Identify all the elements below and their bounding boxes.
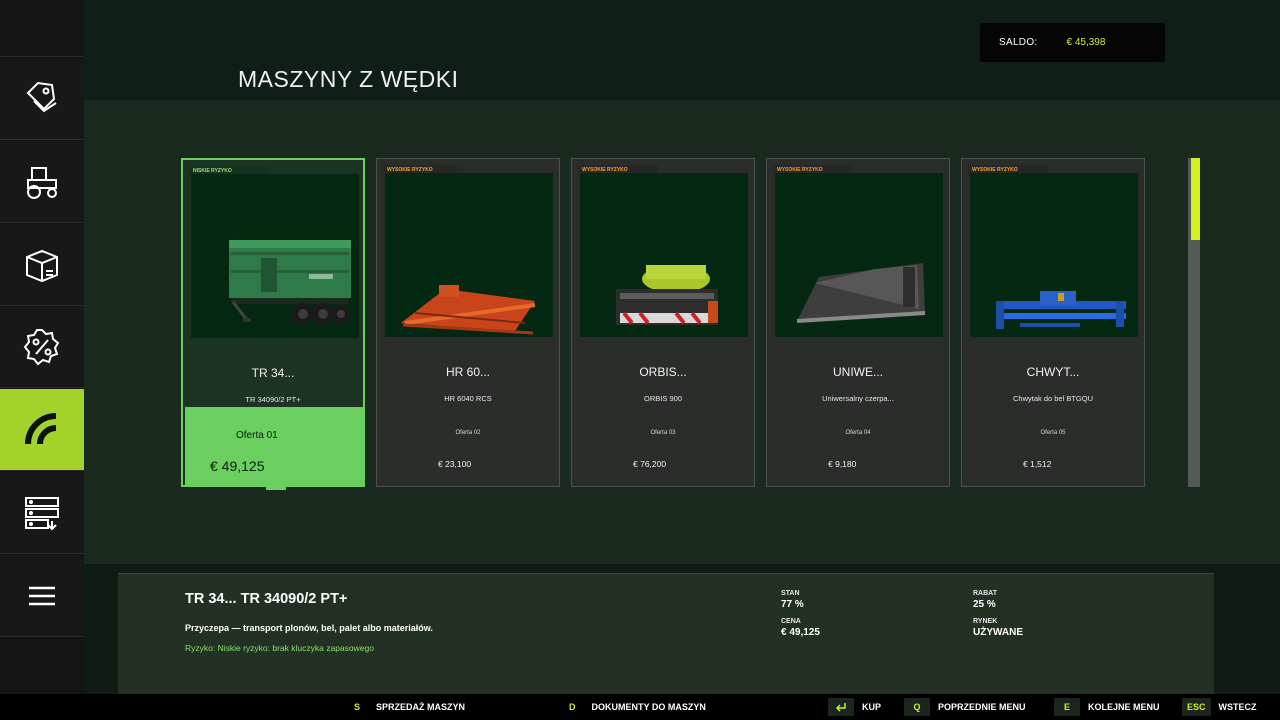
buy-label: KUP	[862, 702, 882, 712]
card-price: € 23,100	[438, 459, 472, 469]
sidebar-item-menu[interactable]	[0, 555, 84, 637]
stat-discount-label: RABAT	[973, 590, 997, 597]
card-offer: Oferta 05	[1040, 430, 1066, 436]
next-label: KOLEJNE MENU	[1088, 702, 1160, 712]
offer-card[interactable]: WYSOKIE RYZYKO HR 60... HR 6040 RCS Ofer…	[376, 158, 560, 487]
offer-card[interactable]: NISKIE RYZYKO TR 34... TR 34090/2 PT+ Of…	[181, 158, 365, 490]
card-name: ORBIS...	[639, 365, 687, 379]
server-transfer-icon	[25, 496, 59, 530]
balance-box: SALDO: € 45,398	[980, 23, 1165, 62]
stat-market-label: RYNEK	[973, 618, 998, 625]
sidebar-item-discounts[interactable]	[0, 306, 84, 388]
machine-image-trailer	[191, 174, 359, 338]
previous-menu-action[interactable]: Q POPRZEDNIE MENU	[904, 694, 1026, 720]
sell-label: SPRZEDAŻ MASZYN	[376, 702, 466, 712]
prev-key: Q	[904, 698, 930, 716]
tractor-icon	[27, 166, 57, 199]
back-label: WSTECZ	[1218, 702, 1257, 712]
card-subtitle: Chwytak do bel BTGQU	[1012, 394, 1094, 403]
bottom-bar: S SPRZEDAŻ MASZYN D DOKUMENTY DO MASZYN …	[0, 694, 1280, 720]
detail-title: TR 34... TR 34090/2 PT+	[185, 591, 348, 607]
balance-value: € 45,398	[1066, 37, 1106, 48]
sell-key: S	[354, 702, 361, 712]
card-name: UNIWE...	[833, 365, 883, 379]
card-offer: Oferta 01	[236, 430, 278, 441]
next-key: E	[1054, 698, 1080, 716]
price-tag-icon	[26, 81, 57, 112]
offer-card[interactable]: WYSOKIE RYZYKO ORBIS... ORBIS 900 Oferta…	[571, 158, 755, 487]
buy-action[interactable]: KUP	[828, 694, 881, 720]
next-menu-action[interactable]: E KOLEJNE MENU	[1054, 694, 1160, 720]
enter-key-icon	[828, 698, 854, 716]
stat-market-value: UŻYWANE	[973, 627, 1023, 638]
stat-condition-value: 77 %	[781, 599, 804, 610]
docs-key: D	[569, 702, 576, 712]
card-price: € 1,512	[1023, 459, 1052, 469]
card-name: HR 60...	[445, 365, 490, 379]
sidebar-header	[0, 0, 84, 57]
selection-notch	[266, 484, 286, 490]
stat-discount: RABAT 25 %	[973, 590, 997, 610]
balance-label: SALDO:	[999, 37, 1038, 48]
stat-condition-label: STAN	[781, 590, 800, 597]
selected-highlight	[185, 407, 365, 487]
card-offer: Oferta 02	[455, 430, 481, 436]
back-action[interactable]: ESC WSTECZ	[1182, 694, 1257, 720]
stat-market: RYNEK UŻYWANE	[973, 618, 1023, 638]
sidebar	[0, 0, 84, 694]
sidebar-item-transfer[interactable]	[0, 472, 84, 554]
machine-image-harrow	[385, 173, 553, 337]
sidebar-item-packages[interactable]	[0, 224, 84, 306]
card-name: CHWYT...	[1026, 365, 1080, 379]
box-icon	[26, 249, 58, 282]
machine-image-bale-grab	[970, 173, 1138, 337]
page-title: MASZYNY Z WĘDKI	[238, 66, 459, 92]
card-price: € 76,200	[633, 459, 667, 469]
card-price: € 49,125	[210, 458, 265, 474]
machine-image-bucket	[775, 173, 943, 337]
sidebar-item-machines[interactable]	[0, 389, 84, 471]
card-subtitle: Uniwersalny czerpa...	[822, 394, 894, 403]
detail-description: Przyczepa — transport plonów, bel, palet…	[185, 623, 433, 633]
prev-label: POPRZEDNIE MENU	[938, 702, 1026, 712]
card-price: € 9,180	[828, 459, 857, 469]
sell-machines-action[interactable]: S SPRZEDAŻ MASZYN	[354, 694, 465, 720]
docs-label: DOKUMENTY DO MASZYN	[591, 702, 706, 712]
card-subtitle: HR 6040 RCS	[444, 394, 492, 403]
card-offer: Oferta 03	[650, 430, 676, 436]
offer-card[interactable]: WYSOKIE RYZYKO CHWYT... Chwytak do bel B…	[961, 158, 1145, 487]
stat-price-label: CENA	[781, 618, 801, 625]
detail-risk: Ryzyko: Niskie ryzyko: brak kluczyka zap…	[185, 643, 374, 653]
machine-image-orbis	[580, 173, 748, 337]
offer-card[interactable]: WYSOKIE RYZYKO UNIWE... Uniwersalny czer…	[766, 158, 950, 487]
stat-price-value: € 49,125	[781, 627, 820, 638]
machine-documents-action[interactable]: D DOKUMENTY DO MASZYN	[569, 694, 706, 720]
card-subtitle: TR 34090/2 PT+	[245, 395, 301, 404]
esc-key: ESC	[1182, 698, 1211, 716]
scrollbar-thumb[interactable]	[1191, 158, 1200, 240]
stat-discount-value: 25 %	[973, 599, 996, 610]
card-subtitle: ORBIS 900	[644, 394, 682, 403]
gauge-icon	[25, 412, 57, 444]
card-offer: Oferta 04	[845, 430, 871, 436]
card-name: TR 34...	[251, 366, 295, 380]
menu-lines-icon	[29, 586, 55, 605]
sidebar-item-sales[interactable]	[0, 58, 84, 140]
stat-price: CENA € 49,125	[781, 618, 820, 638]
stat-condition: STAN 77 %	[781, 590, 804, 610]
sidebar-item-vehicles[interactable]	[0, 141, 84, 223]
percent-badge-icon	[23, 328, 60, 365]
